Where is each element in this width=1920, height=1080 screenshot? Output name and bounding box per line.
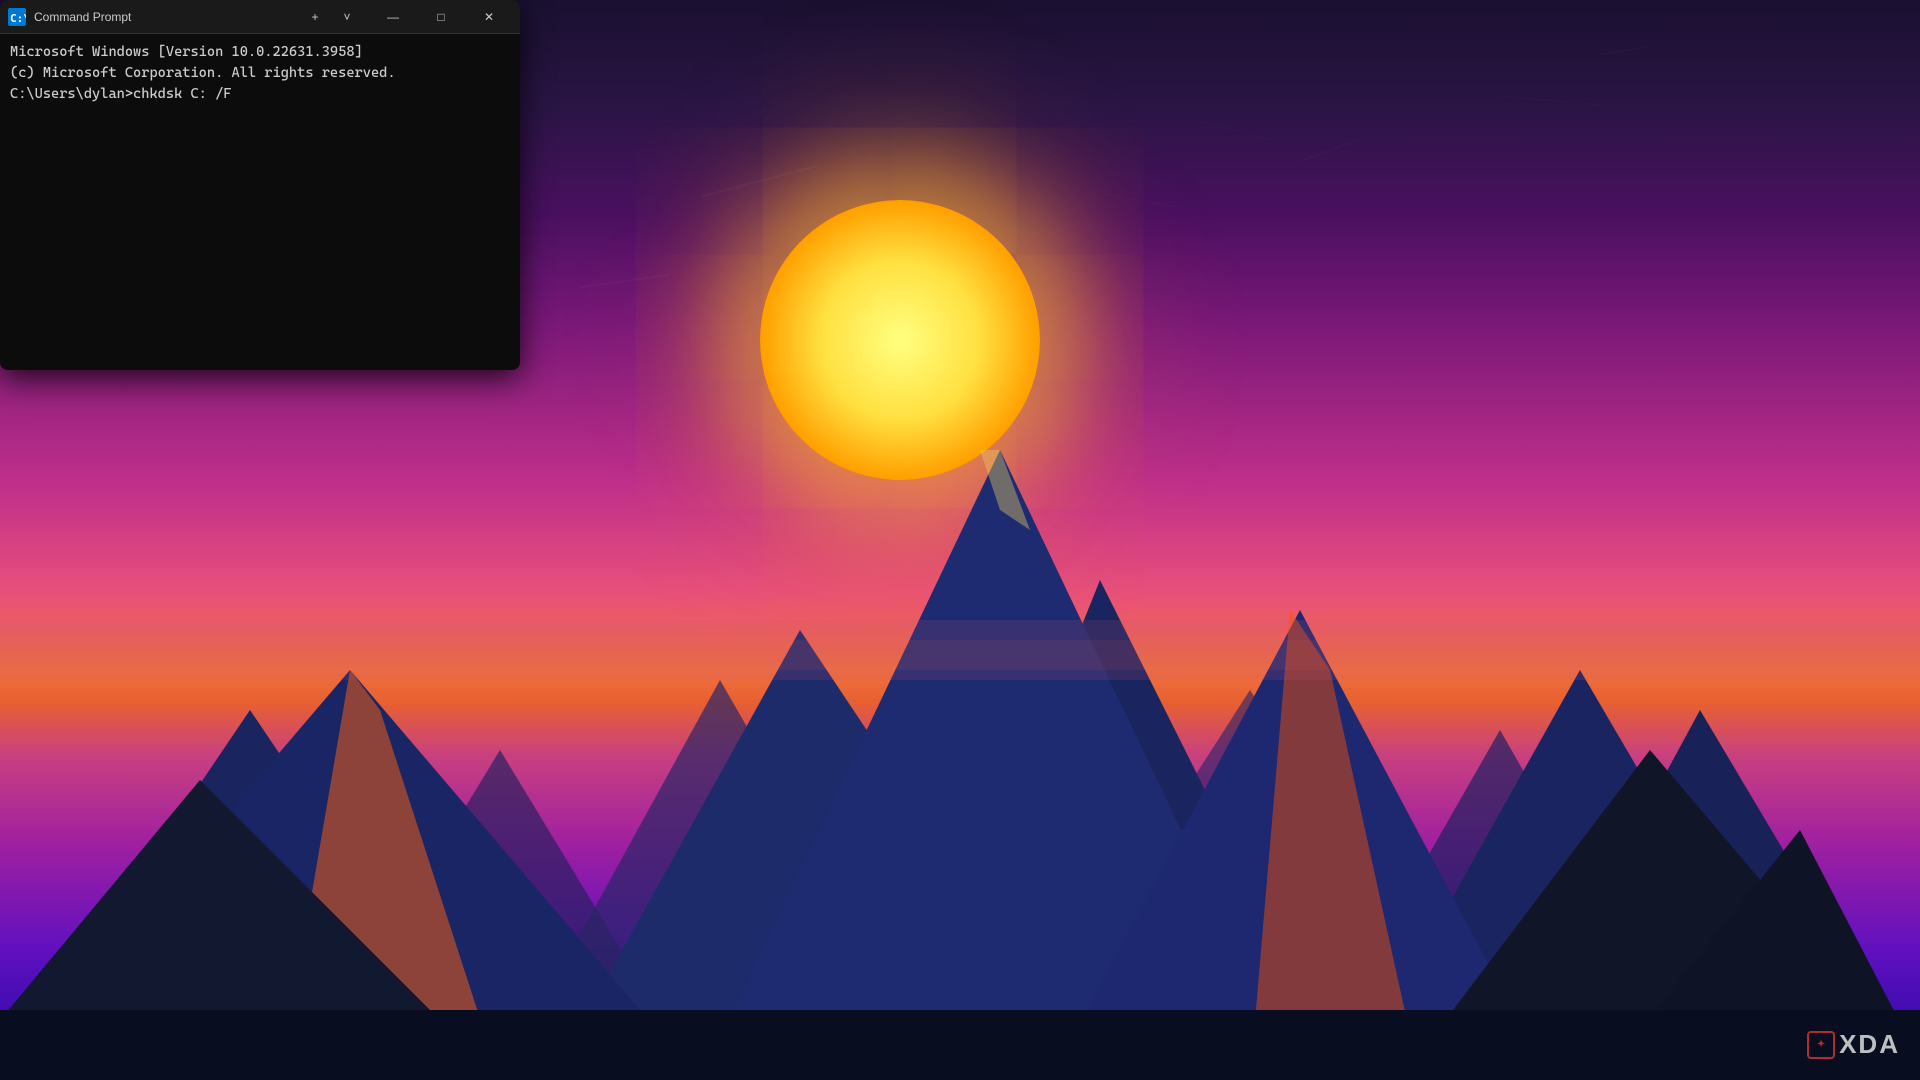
minimize-button[interactable]: — bbox=[370, 1, 416, 33]
titlebar-extra-controls: + ˅ bbox=[300, 4, 362, 30]
cmd-app-icon: C:\ bbox=[8, 8, 26, 26]
cmd-body[interactable]: Microsoft Windows [Version 10.0.22631.39… bbox=[0, 34, 520, 370]
xda-logo-icon: ✦ bbox=[1807, 1031, 1835, 1059]
new-tab-button[interactable]: + bbox=[300, 4, 330, 30]
cmd-input-line: C:\Users\dylan>chkdsk C: /F bbox=[10, 84, 510, 105]
dropdown-button[interactable]: ˅ bbox=[332, 4, 362, 30]
svg-text:C:\: C:\ bbox=[10, 12, 26, 25]
xda-watermark: ✦ XDA bbox=[1807, 1029, 1900, 1060]
xda-brand-text: XDA bbox=[1839, 1029, 1900, 1060]
window-controls: — □ ✕ bbox=[370, 1, 512, 33]
cmd-titlebar: C:\ Command Prompt + ˅ — □ ✕ bbox=[0, 0, 520, 34]
maximize-button[interactable]: □ bbox=[418, 1, 464, 33]
cmd-window: C:\ Command Prompt + ˅ — □ ✕ Microsoft W… bbox=[0, 0, 520, 370]
close-button[interactable]: ✕ bbox=[466, 1, 512, 33]
cmd-output-line2: (c) Microsoft Corporation. All rights re… bbox=[10, 63, 510, 84]
cmd-title-text: Command Prompt bbox=[34, 10, 300, 24]
mountain-decoration bbox=[0, 330, 1920, 1080]
cmd-output-line1: Microsoft Windows [Version 10.0.22631.39… bbox=[10, 42, 510, 63]
